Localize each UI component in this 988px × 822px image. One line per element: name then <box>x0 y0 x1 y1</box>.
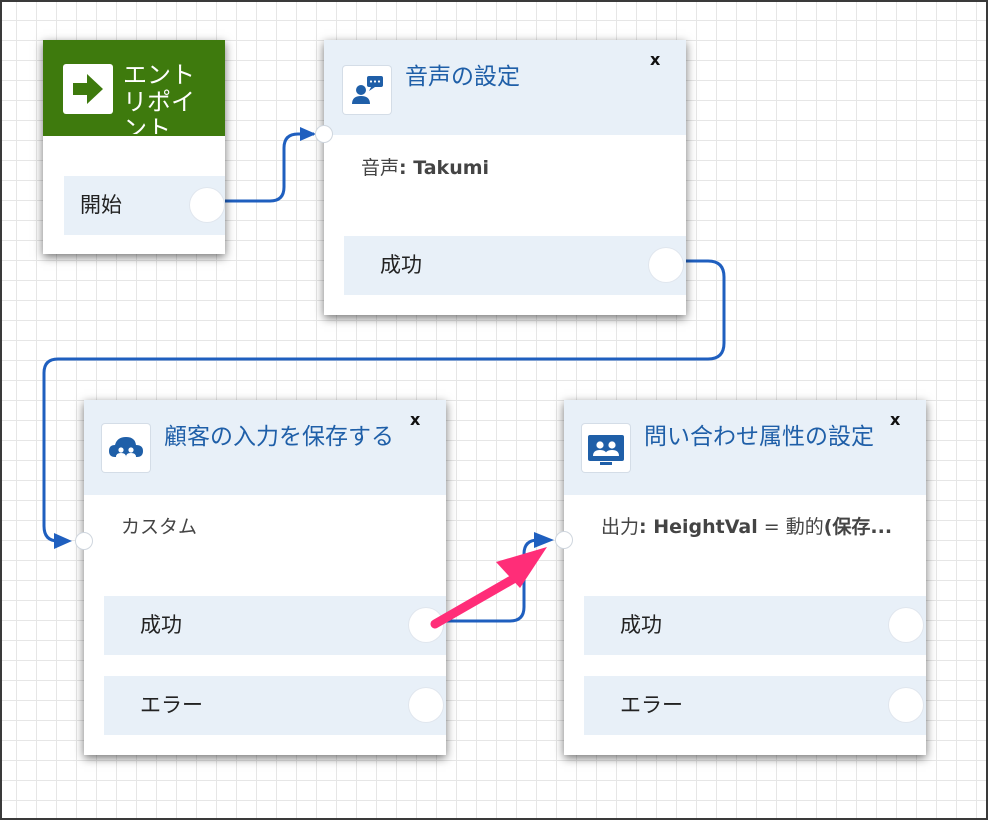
highlight-arrow-shaft <box>430 569 527 629</box>
highlight-arrow <box>430 547 547 629</box>
flow-canvas[interactable]: エントリポイント 開始 音声の設定 x 音声: Takumi 成功 顧客の入力を… <box>0 0 988 820</box>
